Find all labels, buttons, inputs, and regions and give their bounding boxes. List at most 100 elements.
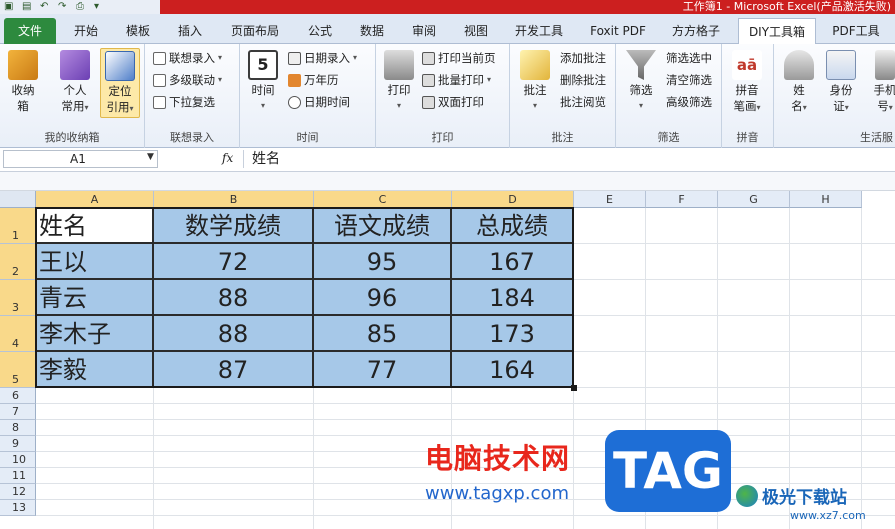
cell-a5[interactable]: 李毅 — [35, 351, 153, 387]
view-comment-button[interactable]: 批注阅览 — [560, 93, 606, 111]
associative-input-button[interactable]: 联想录入 ▾ — [153, 49, 222, 67]
tab-template[interactable]: 模板 — [114, 18, 162, 44]
filter-button[interactable]: 筛选 ▾ — [622, 48, 660, 118]
group-label: 联想录入 — [170, 131, 214, 144]
column-header-h[interactable]: H — [790, 191, 862, 208]
tab-pdf-tools[interactable]: PDF工具 — [822, 18, 890, 44]
tab-foxit-pdf[interactable]: Foxit PDF — [582, 18, 654, 44]
comment-button[interactable]: 批注 ▾ — [516, 48, 554, 118]
cell-c3[interactable]: 96 — [313, 279, 451, 315]
tab-formulas[interactable]: 公式 — [296, 18, 344, 44]
quick-access-toolbar: ▣ ▤ ↶ ↷ ⎙ ▾ — [0, 0, 160, 14]
row-header-9[interactable]: 9 — [0, 436, 36, 452]
row-header-11[interactable]: 11 — [0, 468, 36, 484]
locate-reference-button[interactable]: 定位 引用▾ — [100, 48, 140, 118]
row-header-2[interactable]: 2 — [0, 244, 36, 280]
cell-d4[interactable]: 173 — [451, 315, 573, 351]
column-header-d[interactable]: D — [452, 191, 574, 208]
cell-c5[interactable]: 77 — [313, 351, 451, 387]
add-comment-button[interactable]: 添加批注 — [560, 49, 606, 67]
cell-a3[interactable]: 青云 — [35, 279, 153, 315]
cell-d2[interactable]: 167 — [451, 243, 573, 279]
gridline — [36, 403, 895, 404]
tab-view[interactable]: 视图 — [452, 18, 500, 44]
storage-box-button[interactable]: 收纳 箱 — [4, 48, 42, 118]
cell-b4[interactable]: 88 — [153, 315, 313, 351]
cell-d3[interactable]: 184 — [451, 279, 573, 315]
formula-input[interactable]: 姓名 — [243, 150, 891, 168]
row-header-13[interactable]: 13 — [0, 500, 36, 516]
tab-page-layout[interactable]: 页面布局 — [222, 18, 288, 44]
person-icon — [784, 50, 814, 80]
multilevel-link-button[interactable]: 多级联动 ▾ — [153, 71, 222, 89]
cell-c2[interactable]: 95 — [313, 243, 451, 279]
cell-b3[interactable]: 88 — [153, 279, 313, 315]
watermark-jiguang: 极光下载站 — [736, 483, 847, 508]
save-icon[interactable]: ▤ — [22, 2, 34, 12]
advanced-filter-button[interactable]: 高级筛选 — [666, 93, 712, 111]
row-header-4[interactable]: 4 — [0, 316, 36, 352]
column-header-g[interactable]: G — [718, 191, 790, 208]
column-header-c[interactable]: C — [314, 191, 452, 208]
print-button[interactable]: 打印 ▾ — [380, 48, 418, 118]
duplex-print-button[interactable]: 双面打印 — [422, 93, 484, 111]
row-header-5[interactable]: 5 — [0, 352, 36, 388]
cell-d1[interactable]: 总成绩 — [451, 207, 573, 243]
tab-developer[interactable]: 开发工具 — [506, 18, 572, 44]
column-header-e[interactable]: E — [574, 191, 646, 208]
date-time-button[interactable]: 日期时间 — [288, 93, 350, 111]
cell-c4[interactable]: 85 — [313, 315, 451, 351]
phone-number-button[interactable]: 手机 号▾ — [866, 48, 895, 118]
filter-selected-button[interactable]: 筛选选中 — [666, 49, 712, 67]
perpetual-calendar-button[interactable]: 万年历 — [288, 71, 339, 89]
cell-b5[interactable]: 87 — [153, 351, 313, 387]
cell-b2[interactable]: 72 — [153, 243, 313, 279]
group-label: 打印 — [431, 131, 454, 144]
cell-d5[interactable]: 164 — [451, 351, 573, 387]
pinyin-stroke-button[interactable]: aā 拼音 笔画▾ — [728, 48, 766, 118]
row-header-6[interactable]: 6 — [0, 388, 36, 404]
personal-common-button[interactable]: 个人 常用▾ — [56, 48, 94, 118]
tab-file[interactable]: 文件 — [4, 18, 56, 44]
delete-comment-button[interactable]: 删除批注 — [560, 71, 606, 89]
row-header-10[interactable]: 10 — [0, 452, 36, 468]
dropdown-multiselect-button[interactable]: 下拉复选 — [153, 93, 215, 111]
tab-data[interactable]: 数据 — [348, 18, 396, 44]
column-header-b[interactable]: B — [154, 191, 314, 208]
worksheet-grid[interactable]: ABCDEFGH 1 2 3 4 5 6 7 8 9 10 11 12 13 姓名 数学成绩 语文成绩 总成绩… — [0, 191, 895, 529]
row-header-3[interactable]: 3 — [0, 280, 36, 316]
row-header-1[interactable]: 1 — [0, 208, 36, 244]
batch-print-button[interactable]: 批量打印 ▾ — [422, 71, 491, 89]
row-header-12[interactable]: 12 — [0, 484, 36, 500]
tab-fangfang[interactable]: 方方格子 — [662, 18, 730, 44]
print-preview-icon[interactable]: ⎙ — [76, 2, 88, 12]
column-header-a[interactable]: A — [36, 191, 154, 208]
row-header-8[interactable]: 8 — [0, 420, 36, 436]
print-current-page-button[interactable]: 打印当前页 — [422, 49, 496, 67]
redo-icon[interactable]: ↷ — [58, 2, 70, 12]
cell-a2[interactable]: 王以 — [35, 243, 153, 279]
tab-insert[interactable]: 插入 — [166, 18, 214, 44]
select-all-corner[interactable] — [0, 191, 36, 208]
time-button[interactable]: 5 时间 ▾ — [244, 48, 282, 118]
column-header-f[interactable]: F — [646, 191, 718, 208]
cell-a1[interactable]: 姓名 — [35, 207, 153, 243]
undo-icon[interactable]: ↶ — [40, 2, 52, 12]
tab-review[interactable]: 审阅 — [400, 18, 448, 44]
name-box[interactable]: A1 — [3, 150, 158, 168]
id-card-button[interactable]: 身份 证▾ — [822, 48, 860, 118]
customize-qat-icon[interactable]: ▾ — [94, 2, 106, 12]
function-icon[interactable]: fx — [222, 151, 233, 165]
clear-filter-button[interactable]: 清空筛选 — [666, 71, 712, 89]
cell-c1[interactable]: 语文成绩 — [313, 207, 451, 243]
chevron-down-icon[interactable]: ▼ — [147, 152, 154, 162]
tab-home[interactable]: 开始 — [62, 18, 110, 44]
row-header-7[interactable]: 7 — [0, 404, 36, 420]
fill-handle[interactable] — [571, 385, 577, 391]
cell-a4[interactable]: 李木子 — [35, 315, 153, 351]
row-number: 7 — [12, 405, 19, 418]
date-input-button[interactable]: 日期录入 ▾ — [288, 49, 357, 67]
cell-b1[interactable]: 数学成绩 — [153, 207, 313, 243]
name-button[interactable]: 姓 名▾ — [780, 48, 818, 118]
tab-diy-toolbox[interactable]: DIY工具箱 — [738, 18, 816, 45]
